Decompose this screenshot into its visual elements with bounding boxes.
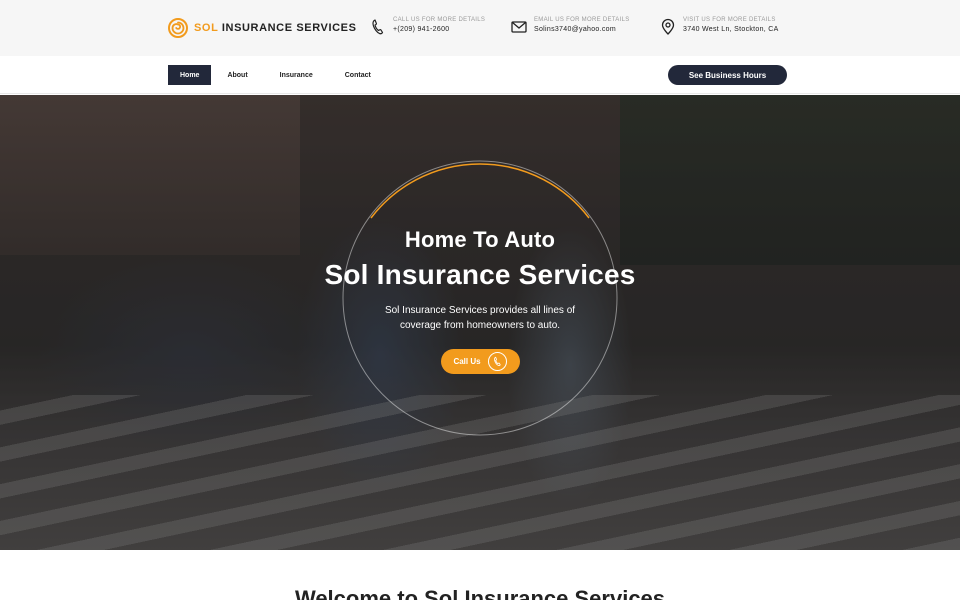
brand-name: SOL INSURANCE SERVICES [194,22,357,34]
see-business-hours-button[interactable]: See Business Hours [668,65,787,85]
email-address[interactable]: Solins3740@yahoo.com [534,26,630,33]
main-navigation: Home About Insurance Contact See Busines… [0,56,960,94]
phone-number[interactable]: +(209) 941-2600 [393,26,485,33]
contact-phone[interactable]: CALL US FOR MORE DETAILS +(209) 941-2600 [369,17,485,36]
welcome-section: Welcome to Sol Insurance Services [0,550,960,600]
hero-title: Sol Insurance Services [324,259,636,290]
spiral-sun-icon [168,18,188,38]
nav-item-contact[interactable]: Contact [333,65,383,85]
hero-description: Sol Insurance Services provides all line… [384,305,576,331]
hero-banner: Home To Auto Sol Insurance Services Sol … [0,95,960,550]
hero-content: Home To Auto Sol Insurance Services Sol … [0,227,960,374]
welcome-heading: Welcome to Sol Insurance Services [294,586,666,600]
brand-name-accent: SOL [194,22,219,34]
address-caption: VISIT US FOR MORE DETAILS [683,17,776,23]
call-us-label: Call Us [453,357,481,366]
call-us-icon-ring [487,352,507,371]
hero-kicker: Home To Auto [404,227,556,252]
phone-icon [493,356,501,367]
envelope-icon [511,21,527,33]
call-us-button[interactable]: Call Us [440,349,520,374]
nav-menu: Home About Insurance Contact [168,65,391,85]
nav-item-home[interactable]: Home [168,65,212,85]
address-value[interactable]: 3740 West Ln, Stockton, CA [683,26,779,33]
map-pin-icon [661,18,675,35]
contact-address[interactable]: VISIT US FOR MORE DETAILS 3740 West Ln, … [659,17,779,36]
nav-item-about[interactable]: About [215,65,259,85]
brand-name-rest: INSURANCE SERVICES [221,22,357,34]
contact-email[interactable]: EMAIL US FOR MORE DETAILS Solins3740@yah… [510,17,630,36]
phone-icon [372,19,384,35]
top-info-bar: SOL INSURANCE SERVICES CALL US FOR MORE … [0,0,960,56]
phone-caption: CALL US FOR MORE DETAILS [393,17,486,23]
email-caption: EMAIL US FOR MORE DETAILS [534,17,630,23]
nav-item-insurance[interactable]: Insurance [268,65,325,85]
logo[interactable]: SOL INSURANCE SERVICES [168,18,357,38]
